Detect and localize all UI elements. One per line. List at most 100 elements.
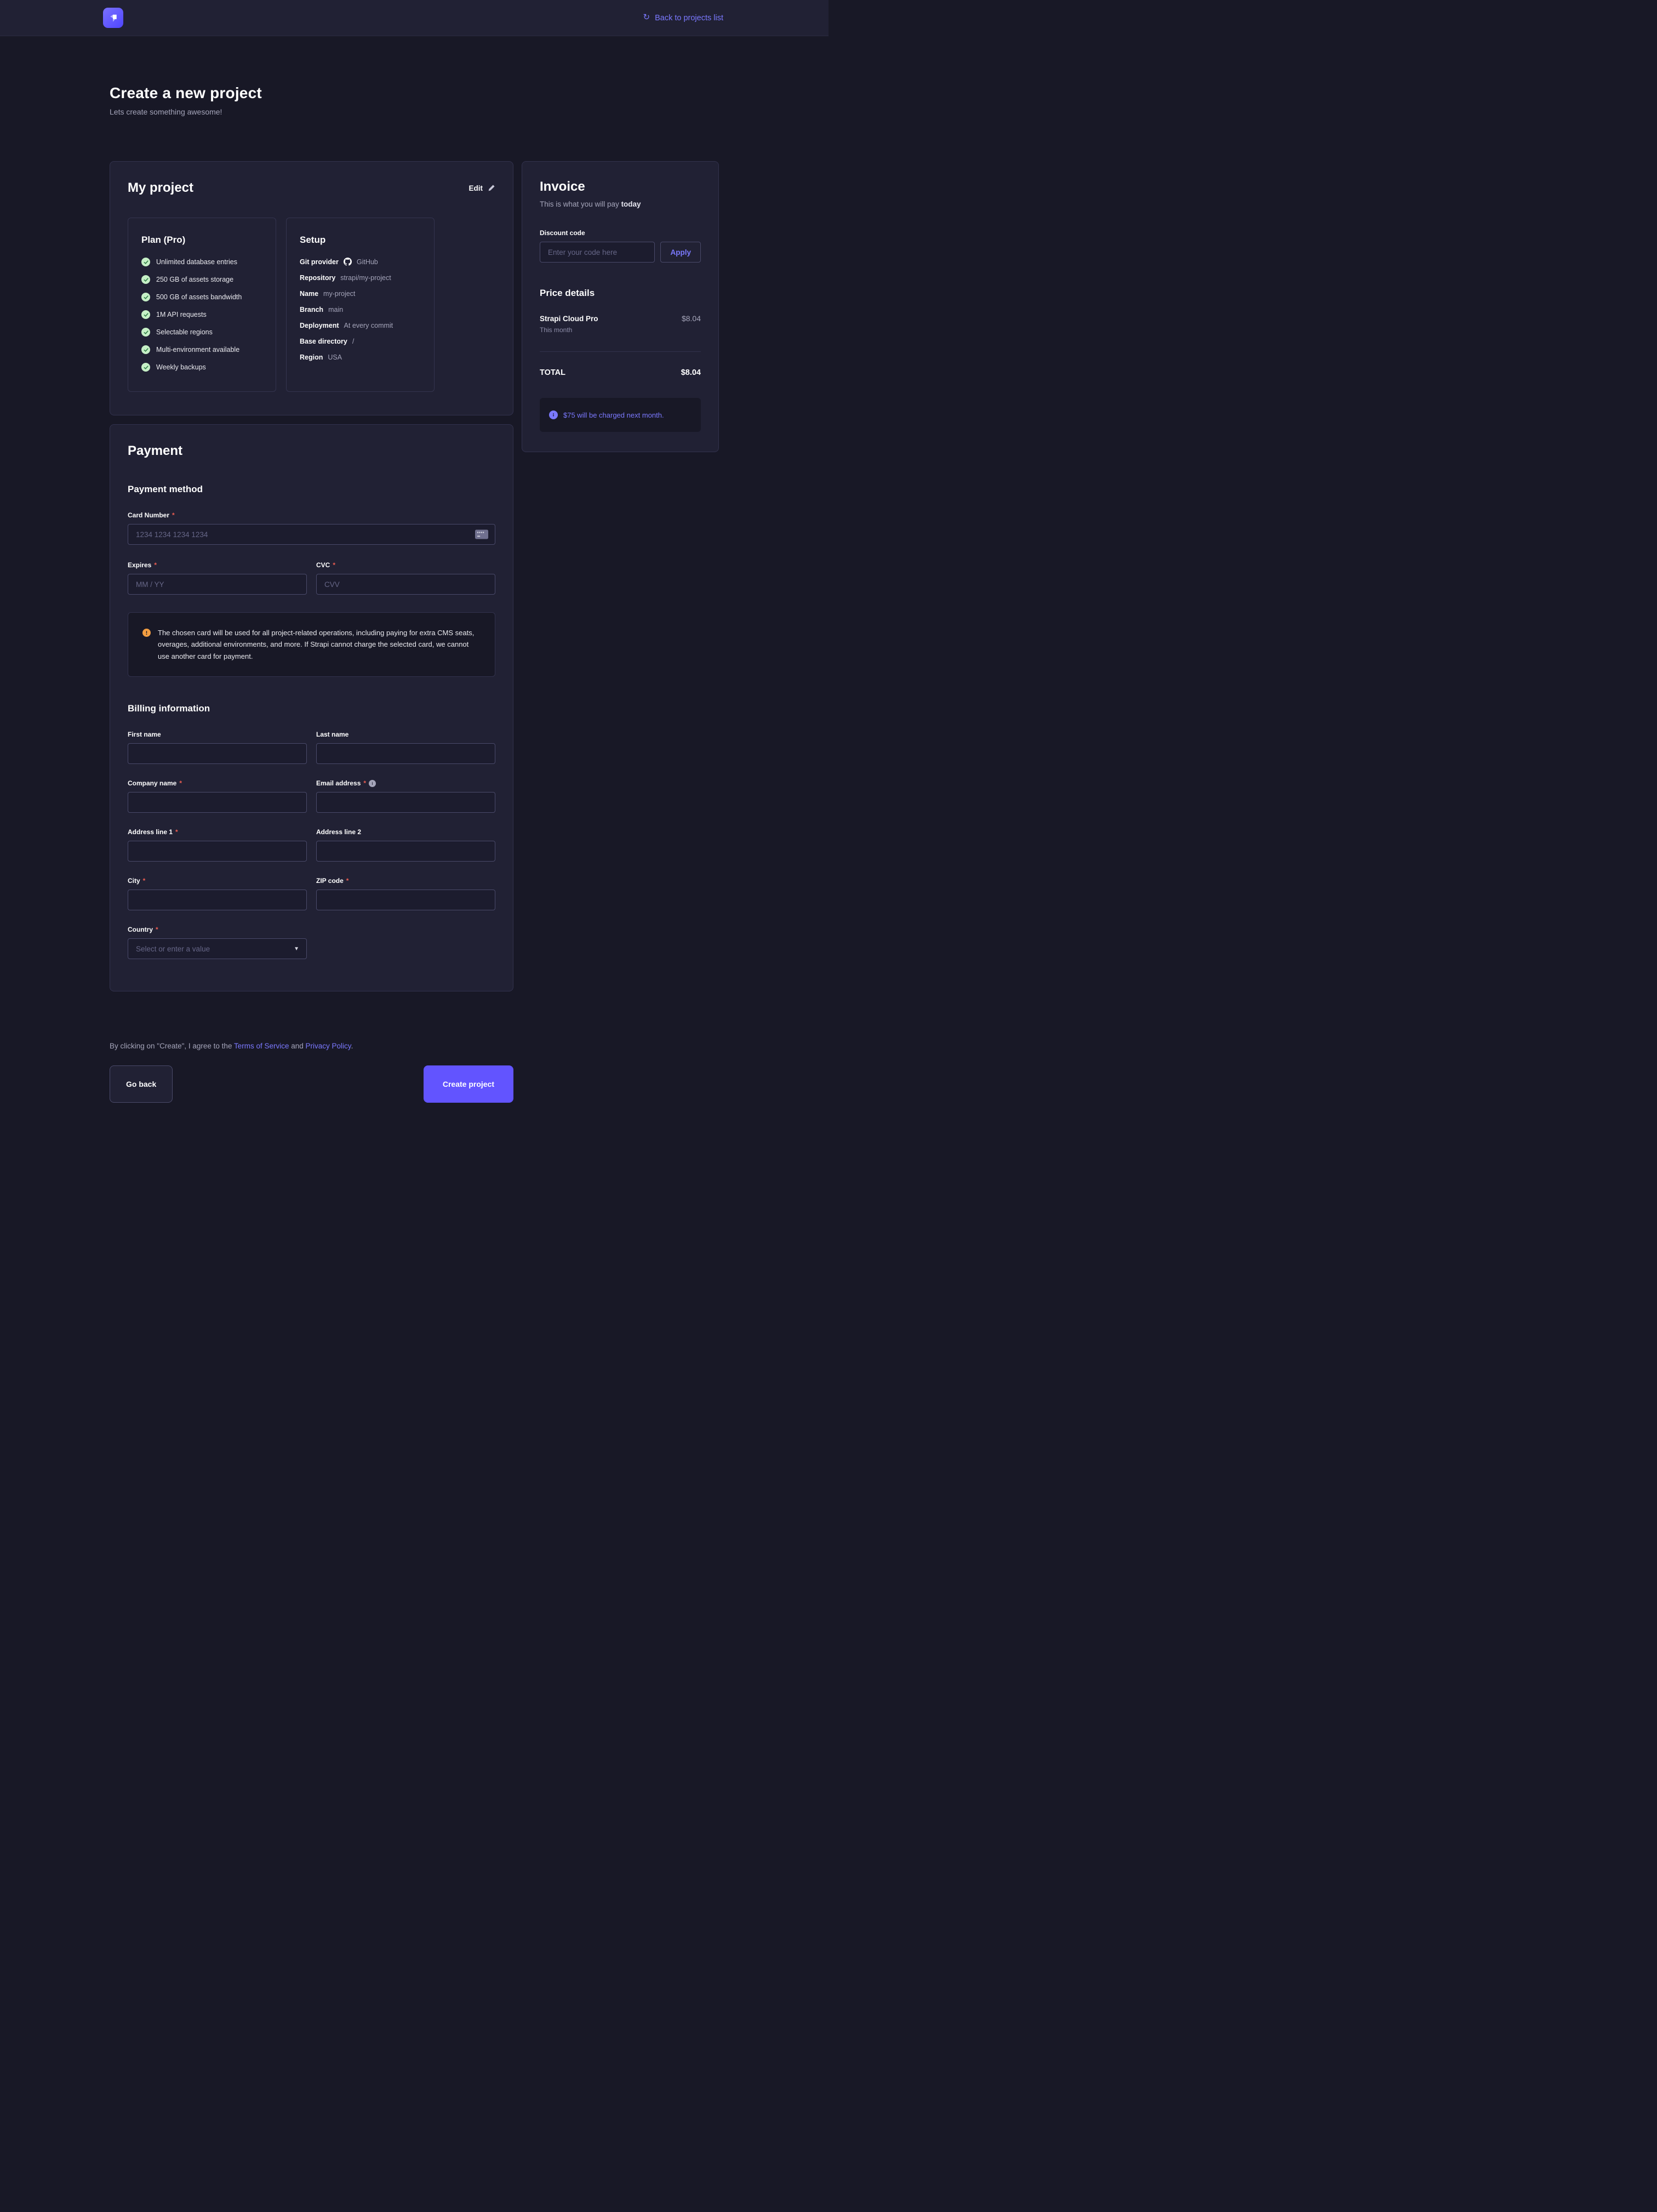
warning-text: The chosen card will be used for all pro… — [158, 627, 481, 662]
left-column: My project Edit Plan (Pro) — [110, 161, 513, 991]
last-name-input[interactable] — [316, 743, 495, 764]
chevron-down-icon: ▼ — [294, 946, 299, 952]
address-line-1-input[interactable] — [128, 841, 307, 862]
card-number-label: Card Number* — [128, 511, 495, 519]
edit-label: Edit — [469, 184, 483, 192]
back-to-projects-link[interactable]: ↻ Back to projects list — [643, 14, 724, 22]
payment-title: Payment — [128, 443, 495, 459]
card-number-input[interactable] — [128, 524, 495, 545]
warning-icon — [142, 629, 151, 637]
first-name-input[interactable] — [128, 743, 307, 764]
cvc-input[interactable] — [316, 574, 495, 595]
check-circle-icon — [141, 258, 150, 266]
field-zip: ZIP code* — [316, 877, 495, 910]
setup-row: Repository strapi/my-project — [300, 274, 421, 282]
terms-line: By clicking on "Create", I agree to the … — [110, 1042, 719, 1050]
invoice-title: Invoice — [540, 179, 701, 195]
required-asterisk: * — [156, 926, 158, 933]
strapi-mark-icon — [107, 12, 119, 24]
required-asterisk: * — [346, 877, 349, 885]
billing-title: Billing information — [128, 703, 495, 714]
plan-feature: Multi-environment available — [141, 345, 262, 354]
required-asterisk: * — [179, 779, 182, 787]
privacy-policy-link[interactable]: Privacy Policy — [306, 1042, 351, 1050]
field-company-name: Company name* — [128, 779, 307, 813]
expires-input[interactable] — [128, 574, 307, 595]
check-circle-icon — [141, 293, 150, 301]
required-asterisk: * — [143, 877, 146, 885]
next-month-note: $75 will be charged next month. — [540, 398, 701, 432]
plan-feature: Unlimited database entries — [141, 258, 262, 266]
required-asterisk: * — [154, 561, 157, 569]
page-subtitle: Lets create something awesome! — [110, 107, 719, 116]
email-info-icon[interactable] — [369, 780, 376, 787]
setup-box: Setup Git provider GitHub Repository — [286, 218, 435, 392]
check-circle-icon — [141, 328, 150, 337]
back-arrow-icon: ↻ — [643, 13, 650, 21]
go-back-button[interactable]: Go back — [110, 1065, 173, 1103]
required-asterisk: * — [172, 511, 175, 519]
payment-method-title: Payment method — [128, 484, 495, 495]
apply-discount-button[interactable]: Apply — [660, 242, 701, 263]
back-link-label: Back to projects list — [655, 14, 723, 22]
plan-feature: 250 GB of assets storage — [141, 275, 262, 284]
discount-code-input[interactable] — [540, 242, 655, 263]
check-circle-icon — [141, 310, 150, 319]
price-line-period: This month — [540, 326, 701, 334]
required-asterisk: * — [363, 779, 366, 787]
field-last-name: Last name — [316, 731, 495, 764]
page-body: Create a new project Lets create somethi… — [0, 36, 828, 1179]
plan-feature: 500 GB of assets bandwidth — [141, 293, 262, 301]
expires-label: Expires* — [128, 561, 307, 569]
field-address-1: Address line 1* — [128, 828, 307, 862]
field-address-2: Address line 2 — [316, 828, 495, 862]
field-city: City* — [128, 877, 307, 910]
required-asterisk: * — [175, 828, 178, 836]
check-circle-icon — [141, 363, 150, 372]
create-project-button[interactable]: Create project — [424, 1065, 513, 1103]
email-input[interactable] — [316, 792, 495, 813]
top-bar: ↻ Back to projects list — [0, 0, 828, 36]
company-name-input[interactable] — [128, 792, 307, 813]
check-circle-icon — [141, 345, 150, 354]
cvc-label: CVC* — [316, 561, 495, 569]
field-first-name: First name — [128, 731, 307, 764]
strapi-logo-icon[interactable] — [103, 8, 123, 28]
pencil-icon — [488, 184, 495, 192]
plan-feature: 1M API requests — [141, 310, 262, 319]
field-email: Email address* — [316, 779, 495, 813]
page-title: Create a new project — [110, 84, 719, 102]
my-project-card: My project Edit Plan (Pro) — [110, 161, 513, 415]
invoice-card: Invoice This is what you will pay today … — [522, 161, 719, 452]
total-row: TOTAL $8.04 — [540, 368, 701, 377]
edit-project-button[interactable]: Edit — [469, 184, 496, 192]
invoice-divider — [540, 351, 701, 352]
country-select[interactable]: Select or enter a value ▼ — [128, 938, 307, 959]
zip-code-input[interactable] — [316, 890, 495, 910]
github-icon — [344, 258, 352, 266]
invoice-subtitle: This is what you will pay today — [540, 200, 701, 208]
country-select-placeholder: Select or enter a value — [136, 945, 210, 953]
plan-feature: Selectable regions — [141, 328, 262, 337]
setup-row: Base directory / — [300, 338, 421, 345]
footer-actions: Go back Create project — [110, 1065, 513, 1179]
required-asterisk: * — [333, 561, 335, 569]
credit-card-icon — [475, 530, 488, 539]
city-input[interactable] — [128, 890, 307, 910]
setup-row: Deployment At every commit — [300, 322, 421, 329]
address-line-2-input[interactable] — [316, 841, 495, 862]
check-circle-icon — [141, 275, 150, 284]
payment-card: Payment Payment method Card Number* — [110, 424, 513, 991]
next-month-note-text: $75 will be charged next month. — [563, 411, 664, 419]
card-usage-warning: The chosen card will be used for all pro… — [128, 612, 495, 677]
price-line-item: Strapi Cloud Pro $8.04 — [540, 314, 701, 323]
plan-box: Plan (Pro) Unlimited database entries 25… — [128, 218, 276, 392]
price-details-title: Price details — [540, 288, 701, 299]
setup-row-git-provider: Git provider GitHub — [300, 258, 421, 266]
setup-title: Setup — [300, 235, 421, 246]
field-country: Country* Select or enter a value ▼ — [128, 926, 307, 959]
info-icon — [549, 411, 558, 419]
terms-of-service-link[interactable]: Terms of Service — [234, 1042, 289, 1050]
plan-feature: Weekly backups — [141, 363, 262, 372]
plan-title: Plan (Pro) — [141, 235, 262, 246]
